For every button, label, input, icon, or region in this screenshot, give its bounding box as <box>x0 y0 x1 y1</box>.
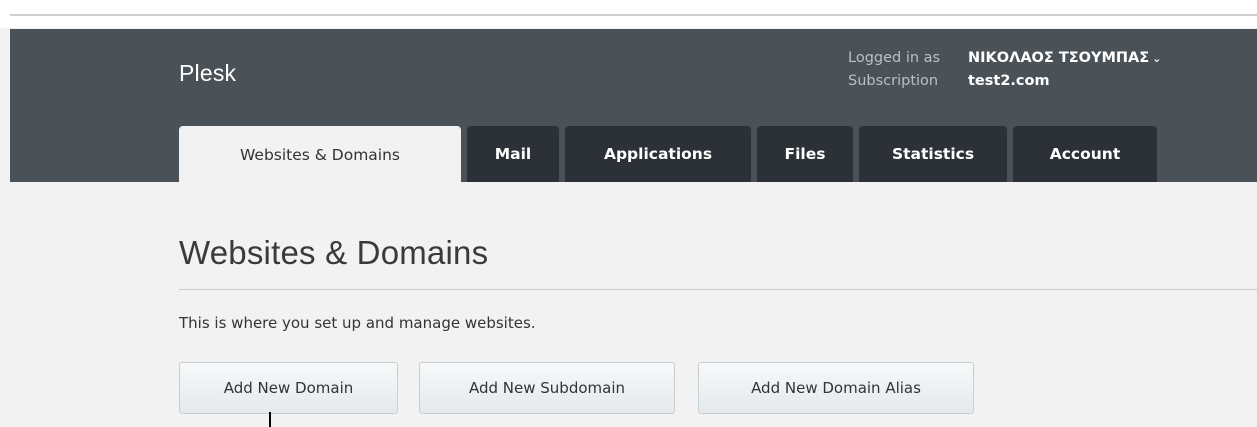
page-description: This is where you set up and manage webs… <box>179 314 536 332</box>
tab-files[interactable]: Files <box>757 126 853 182</box>
tab-account[interactable]: Account <box>1013 126 1157 182</box>
top-divider <box>10 14 1257 16</box>
add-new-domain-alias-button[interactable]: Add New Domain Alias <box>698 362 974 414</box>
user-info: Logged in as ΝΙΚΟΛΑΟΣ ΤΣΟΥΜΠΑΣ ⌄ Subscript… <box>848 47 1161 92</box>
tab-applications[interactable]: Applications <box>565 126 751 182</box>
add-new-subdomain-button[interactable]: Add New Subdomain <box>419 362 675 414</box>
add-new-domain-button[interactable]: Add New Domain <box>179 362 398 414</box>
subscription-value[interactable]: test2.com <box>968 73 1050 89</box>
logged-in-label: Logged in as <box>848 50 941 66</box>
tab-mail[interactable]: Mail <box>467 126 559 182</box>
user-menu[interactable]: ΝΙΚΟΛΑΟΣ ΤΣΟΥΜΠΑΣ ⌄ <box>968 50 1161 66</box>
plesk-header: Plesk Logged in as ΝΙΚΟΛΑΟΣ ΤΣΟΥΜΠΑΣ ⌄ Sub… <box>10 29 1257 183</box>
title-divider <box>179 289 1257 290</box>
text-cursor-icon <box>269 412 271 427</box>
subscription-label: Subscription <box>848 73 939 89</box>
chevron-down-icon[interactable]: ⌄ <box>1152 52 1161 65</box>
plesk-logo[interactable]: Plesk <box>179 60 236 87</box>
subscription-row: Subscription test2.com <box>848 70 1161 92</box>
tab-websites-domains[interactable]: Websites & Domains <box>179 126 461 183</box>
tab-statistics[interactable]: Statistics <box>859 126 1007 182</box>
logged-in-row: Logged in as ΝΙΚΟΛΑΟΣ ΤΣΟΥΜΠΑΣ ⌄ <box>848 47 1161 70</box>
user-name[interactable]: ΝΙΚΟΛΑΟΣ ΤΣΟΥΜΠΑΣ <box>968 50 1149 66</box>
browser-top-strip <box>0 0 1257 28</box>
page-title: Websites & Domains <box>179 234 489 271</box>
